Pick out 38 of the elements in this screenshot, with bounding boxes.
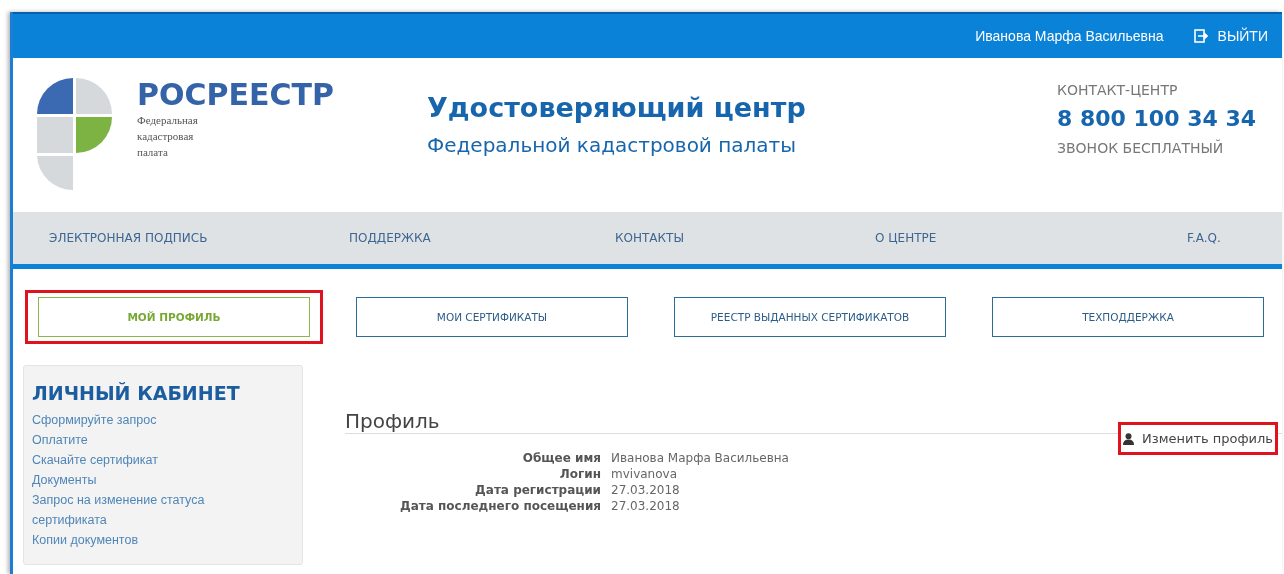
sidebar-link[interactable]: Документы <box>32 470 252 490</box>
tab[interactable]: РЕЕСТР ВЫДАННЫХ СЕРТИФИКАТОВ <box>674 297 946 337</box>
field-label: Логин <box>558 467 601 481</box>
sidebar-link[interactable]: Скачайте сертификат <box>32 450 252 470</box>
sidebar-link[interactable]: Оплатите <box>32 430 252 450</box>
contact-phone: 8 800 100 34 34 <box>1057 105 1257 133</box>
contact-label: КОНТАКТ-ЦЕНТР <box>1057 81 1179 100</box>
nav-link[interactable]: О ЦЕНТРЕ <box>875 231 1187 245</box>
logout-link[interactable]: ВЫЙТИ <box>1193 28 1268 44</box>
site-title: Удостоверяющий центр <box>427 91 807 125</box>
nav-link[interactable]: КОНТАКТЫ <box>615 231 875 245</box>
sidebar-link[interactable]: Сформируйте запрос <box>32 410 252 430</box>
field-label: Дата регистрации <box>474 483 601 497</box>
user-name: Иванова Марфа Васильевна <box>975 28 1164 44</box>
site-subtitle: Федеральной кадастровой палаты <box>427 132 798 159</box>
field-value: Иванова Марфа Васильевна <box>611 451 790 465</box>
field-label: Дата последнего посещения <box>399 499 601 513</box>
logo-subtitle: палата <box>137 145 169 160</box>
logo-name: РОСРЕЕСТР <box>137 78 334 112</box>
logo-subtitle: Федеральная <box>137 113 199 128</box>
profile-title: Профиль <box>345 409 440 433</box>
logout-icon <box>1193 29 1208 43</box>
nav-link[interactable]: F.A.Q. <box>1187 231 1221 245</box>
user-icon <box>1123 432 1134 445</box>
tab[interactable]: МОЙ ПРОФИЛЬ <box>38 297 310 337</box>
sidebar-link[interactable]: Запрос на изменение статуса сертификата <box>32 490 252 530</box>
tab[interactable]: ТЕХПОДДЕРЖКА <box>992 297 1264 337</box>
sidebar-link[interactable]: Копии документов <box>32 530 252 550</box>
field-value: 27.03.2018 <box>611 499 681 513</box>
field-label: Общее имя <box>521 451 601 465</box>
sidebar-title: ЛИЧНЫЙ КАБИНЕТ <box>32 382 241 404</box>
contact-note: ЗВОНОК БЕСПЛАТНЫЙ <box>1057 138 1225 158</box>
field-value: 27.03.2018 <box>611 483 681 497</box>
logo-subtitle: кадастровая <box>137 129 195 144</box>
nav-link[interactable]: ПОДДЕРЖКА <box>349 231 615 245</box>
tab[interactable]: МОИ СЕРТИФИКАТЫ <box>356 297 628 337</box>
field-value: mvivanova <box>611 467 678 481</box>
nav-link[interactable]: ЭЛЕКТРОННАЯ ПОДПИСЬ <box>49 231 349 245</box>
